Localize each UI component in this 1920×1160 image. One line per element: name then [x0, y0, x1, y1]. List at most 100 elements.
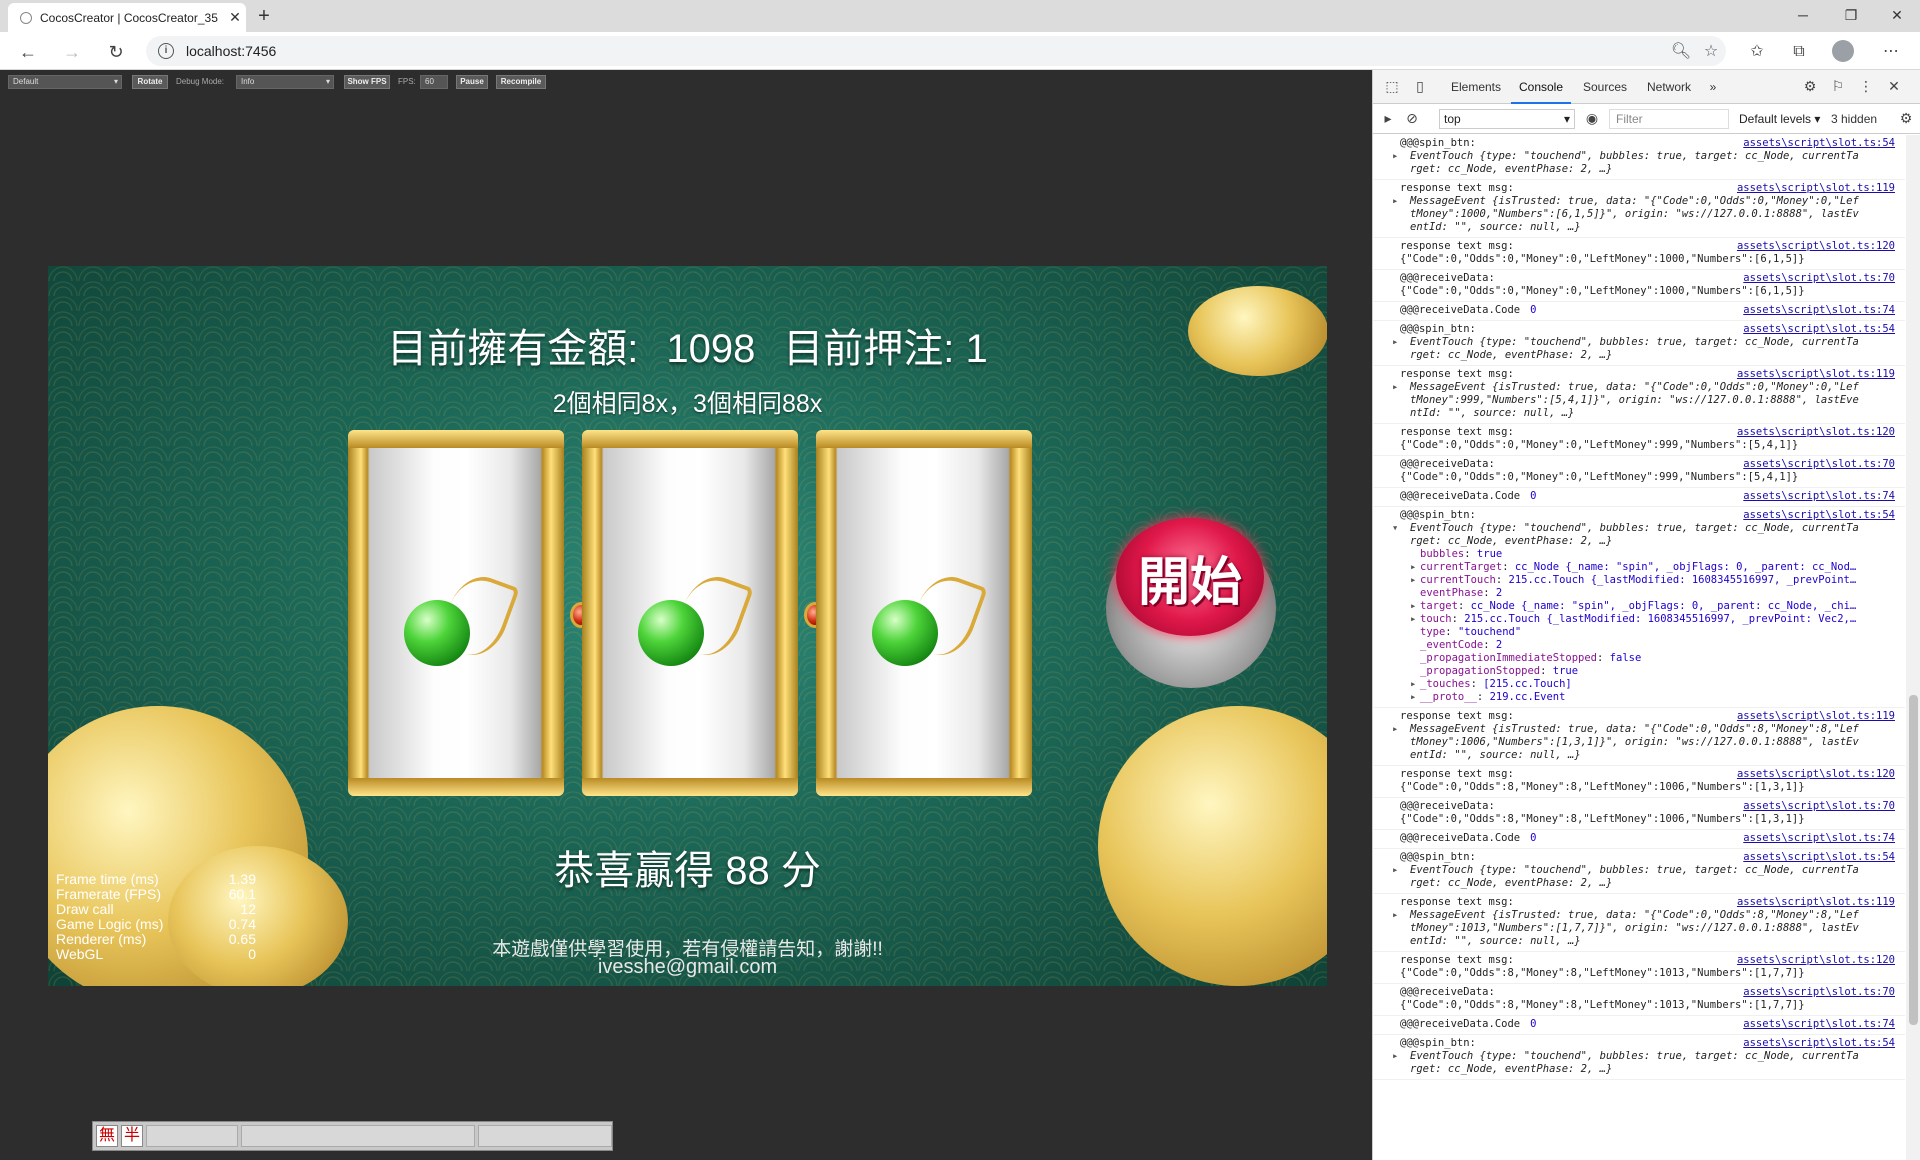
log-object[interactable]: EventTouch {type: "touchend", bubbles: t…	[1392, 150, 1905, 176]
stat-label: Renderer (ms)	[56, 931, 147, 947]
device-toolbar-icon[interactable]: ▯	[1409, 76, 1431, 98]
window-maximize-button[interactable]: ❐	[1828, 0, 1874, 32]
log-object[interactable]: EventTouch {type: "touchend", bubbles: t…	[1392, 1050, 1905, 1076]
console-entry: @@@receiveData.Code assets\script\slot.ts…	[1373, 302, 1905, 321]
feedback-icon[interactable]: ⚐	[1827, 76, 1849, 98]
sidebar-toggle-icon[interactable]: ▸	[1377, 108, 1399, 130]
source-link[interactable]: assets\script\slot.ts:74	[1743, 832, 1895, 845]
source-link[interactable]: assets\script\slot.ts:54	[1743, 509, 1895, 522]
scrollbar-thumb[interactable]	[1909, 695, 1918, 1025]
source-link[interactable]: assets\script\slot.ts:54	[1743, 137, 1895, 150]
kebab-menu-icon[interactable]: ⋮	[1855, 76, 1877, 98]
profile-avatar[interactable]	[1832, 40, 1854, 62]
pause-button[interactable]: Pause	[456, 75, 488, 89]
source-link[interactable]: assets\script\slot.ts:70	[1743, 458, 1895, 471]
log-object[interactable]: MessageEvent {isTrusted: true, data: "{"…	[1392, 909, 1905, 948]
chevron-down-icon: ▾	[1563, 112, 1570, 126]
chevron-down-icon: ▾	[325, 77, 330, 86]
device-select[interactable]: Default ▾	[8, 75, 122, 89]
source-link[interactable]: assets\script\slot.ts:54	[1743, 1037, 1895, 1050]
log-object[interactable]: EventTouch {type: "touchend", bubbles: t…	[1392, 336, 1905, 362]
source-link[interactable]: assets\script\slot.ts:74	[1743, 304, 1895, 317]
tab-sources[interactable]: Sources	[1577, 70, 1633, 104]
filter-input[interactable]: Filter	[1609, 109, 1729, 129]
source-link[interactable]: assets\script\slot.ts:74	[1743, 1018, 1895, 1031]
site-info-icon[interactable]: i	[158, 43, 174, 59]
object-property[interactable]: target: cc_Node {_name: "spin", _objFlag…	[1400, 600, 1905, 613]
log-number: 0	[1530, 832, 1537, 844]
fps-input[interactable]: 60	[420, 75, 448, 89]
source-link[interactable]: assets\script\slot.ts:54	[1743, 851, 1895, 864]
rotate-button[interactable]: Rotate	[132, 75, 168, 89]
source-link[interactable]: assets\script\slot.ts:70	[1743, 800, 1895, 813]
source-link[interactable]: assets\script\slot.ts:70	[1743, 986, 1895, 999]
log-object[interactable]: MessageEvent {isTrusted: true, data: "{"…	[1392, 723, 1905, 762]
new-tab-button[interactable]: +	[252, 4, 276, 28]
source-link[interactable]: assets\script\slot.ts:119	[1737, 368, 1895, 381]
back-arrow-icon[interactable]: ←	[14, 38, 42, 66]
browser-tab[interactable]: CocosCreator | CocosCreator_35 ✕	[8, 3, 246, 32]
source-link[interactable]: assets\script\slot.ts:54	[1743, 323, 1895, 336]
console-log[interactable]: @@@spin_btn:assets\script\slot.ts:54Even…	[1373, 135, 1905, 1160]
log-levels-select[interactable]: Default levels ▾	[1739, 109, 1820, 129]
source-link[interactable]: assets\script\slot.ts:119	[1737, 182, 1895, 195]
url-bar[interactable]: i localhost:7456 🔍︎ ☆	[146, 36, 1726, 66]
log-data: {"Code":0,"Odds":8,"Money":8,"LeftMoney"…	[1400, 967, 1805, 979]
more-tabs-button[interactable]: »	[1703, 70, 1723, 104]
console-scrollbar[interactable]	[1906, 135, 1920, 1160]
favorites-icon[interactable]: ✩	[1742, 38, 1772, 66]
game-canvas[interactable]: 目前擁有金額: 1098 目前押注: 1 2個相同8x，3個相同88x 開始 恭喜贏…	[48, 266, 1327, 986]
source-link[interactable]: assets\script\slot.ts:70	[1743, 272, 1895, 285]
console-entry: response text msg: assets\script\slot.ts:…	[1373, 366, 1905, 424]
clear-console-icon[interactable]: ⊘	[1401, 108, 1423, 130]
show-fps-button[interactable]: Show FPS	[344, 75, 390, 89]
source-link[interactable]: assets\script\slot.ts:119	[1737, 896, 1895, 909]
source-link[interactable]: assets\script\slot.ts:120	[1737, 954, 1895, 967]
url-text[interactable]: localhost:7456	[186, 43, 1666, 59]
object-line: EventTouch {type: "touchend", bubbles: t…	[1410, 522, 1859, 534]
recompile-button[interactable]: Recompile	[496, 75, 546, 89]
more-menu-icon[interactable]: ⋯	[1876, 38, 1906, 66]
stat-row: Renderer (ms) 0.65	[56, 932, 256, 947]
stat-row: Draw call 12	[56, 902, 256, 917]
collections-icon[interactable]: ⧉	[1784, 38, 1814, 66]
eye-icon[interactable]: ◉	[1581, 108, 1603, 130]
object-property[interactable]: currentTarget: cc_Node {_name: "spin", _…	[1400, 561, 1905, 574]
ime-toolbar: 無 半	[92, 1121, 613, 1151]
close-icon[interactable]: ✕	[1883, 76, 1905, 98]
object-property[interactable]: touch: 215.cc.Touch {_lastModified: 1608…	[1400, 613, 1905, 626]
log-object[interactable]: MessageEvent {isTrusted: true, data: "{"…	[1392, 381, 1905, 420]
ime-mode-key[interactable]: 無	[96, 1125, 118, 1147]
window-close-button[interactable]: ✕	[1874, 0, 1920, 32]
log-object[interactable]: MessageEvent {isTrusted: true, data: "{"…	[1392, 195, 1905, 234]
tab-console[interactable]: Console	[1511, 70, 1571, 104]
object-property[interactable]: currentTouch: 215.cc.Touch {_lastModifie…	[1400, 574, 1905, 587]
object-property[interactable]: __proto__: 219.cc.Event	[1400, 691, 1905, 704]
source-link[interactable]: assets\script\slot.ts:120	[1737, 240, 1895, 253]
tab-elements[interactable]: Elements	[1447, 70, 1505, 104]
window-minimize-button[interactable]: ─	[1780, 0, 1826, 32]
zoom-icon[interactable]: 🔍︎	[1666, 41, 1696, 61]
gear-icon[interactable]: ⚙	[1799, 76, 1821, 98]
source-link[interactable]: assets\script\slot.ts:120	[1737, 768, 1895, 781]
ime-width-key[interactable]: 半	[121, 1125, 143, 1147]
object-property: _eventCode: 2	[1420, 639, 1503, 651]
source-link[interactable]: assets\script\slot.ts:119	[1737, 710, 1895, 723]
tab-close-icon[interactable]: ✕	[224, 9, 246, 26]
inspect-element-icon[interactable]: ⬚	[1381, 76, 1403, 98]
reload-icon[interactable]: ↻	[102, 38, 130, 66]
forward-arrow-icon[interactable]: →	[58, 38, 86, 66]
property-value: 2	[1495, 587, 1503, 599]
object-property[interactable]: _touches: [215.cc.Touch]	[1400, 678, 1905, 691]
source-link[interactable]: assets\script\slot.ts:74	[1743, 490, 1895, 503]
log-object[interactable]: EventTouch {type: "touchend", bubbles: t…	[1392, 522, 1905, 548]
console-entry: @@@receiveData: assets\script\slot.ts:70{…	[1373, 270, 1905, 302]
log-object[interactable]: EventTouch {type: "touchend", bubbles: t…	[1392, 864, 1905, 890]
context-select[interactable]: top ▾	[1439, 109, 1575, 129]
spin-button[interactable]: 開始	[1116, 518, 1264, 636]
debug-mode-select[interactable]: Info ▾	[236, 75, 334, 89]
favorite-star-icon[interactable]: ☆	[1696, 41, 1726, 61]
console-settings-gear-icon[interactable]: ⚙	[1895, 108, 1917, 130]
source-link[interactable]: assets\script\slot.ts:120	[1737, 426, 1895, 439]
tab-network[interactable]: Network	[1639, 70, 1699, 104]
